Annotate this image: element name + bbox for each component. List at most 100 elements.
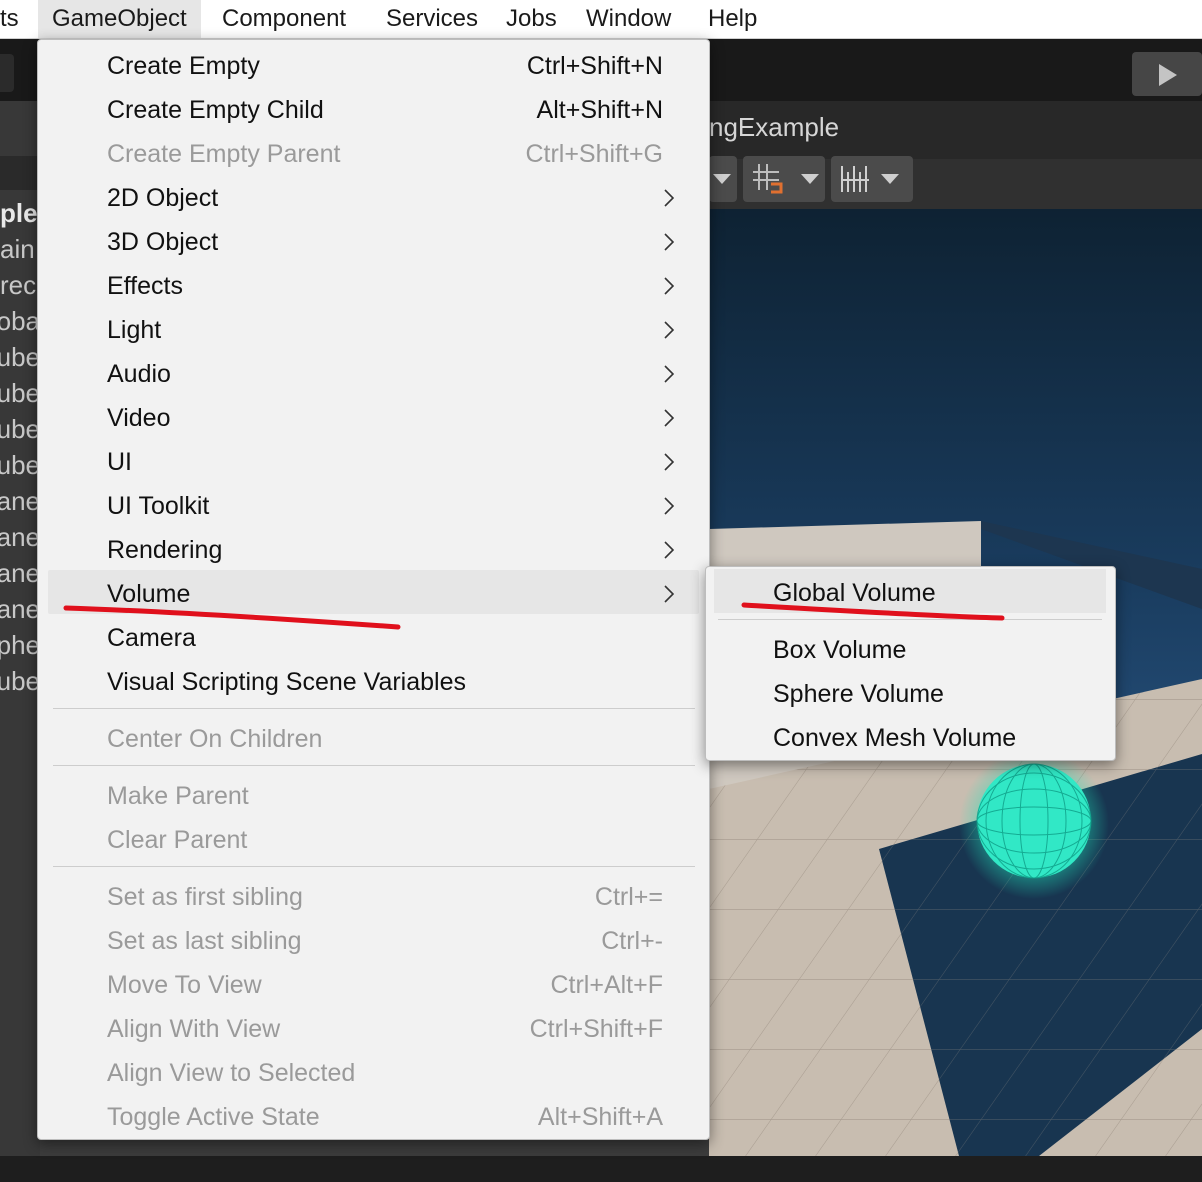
chevron-right-icon	[664, 189, 674, 207]
menu-item-label: Global Volume	[773, 579, 936, 607]
menu-item-make-parent[interactable]: Make Parent	[48, 772, 699, 816]
submenu-item-convex-mesh-volume[interactable]: Convex Mesh Volume	[714, 714, 1106, 758]
menu-item-label: 3D Object	[107, 228, 219, 256]
submenu-item-box-volume[interactable]: Box Volume	[714, 626, 1106, 670]
volume-submenu: Global Volume Box Volume Sphere Volume C…	[705, 566, 1116, 761]
menu-gameobject[interactable]: GameObject	[38, 0, 201, 38]
menu-item-set-as-first-sibling[interactable]: Set as first sibling Ctrl+=	[48, 873, 699, 917]
chevron-right-icon	[664, 321, 674, 339]
menu-item-shortcut: Ctrl+-	[601, 927, 663, 955]
hierarchy-scene-root[interactable]: ple	[0, 198, 40, 229]
hierarchy-item[interactable]: ane	[0, 486, 40, 517]
menu-services[interactable]: Services	[386, 0, 478, 38]
menu-item-2d-object[interactable]: 2D Object	[48, 174, 699, 218]
chevron-down-icon	[881, 174, 899, 184]
menu-item-shortcut: Alt+Shift+A	[537, 1103, 663, 1131]
menu-item-camera[interactable]: Camera	[48, 614, 699, 658]
shading-dropdown[interactable]	[709, 156, 737, 202]
menu-item-label: Create Empty	[107, 52, 260, 80]
menu-item-align-with-view[interactable]: Align With View Ctrl+Shift+F	[48, 1005, 699, 1049]
toolbar-button[interactable]	[0, 54, 14, 92]
menu-item-label: Align View to Selected	[107, 1059, 356, 1087]
chevron-right-icon	[664, 277, 674, 295]
menu-item-label: Visual Scripting Scene Variables	[107, 668, 466, 696]
menu-item-center-on-children[interactable]: Center On Children	[48, 715, 699, 759]
hierarchy-item[interactable]: phe	[0, 630, 40, 661]
menu-item-set-as-last-sibling[interactable]: Set as last sibling Ctrl+-	[48, 917, 699, 961]
ruler-icon	[841, 166, 869, 192]
menu-item-label: Audio	[107, 360, 171, 388]
menu-item-clear-parent[interactable]: Clear Parent	[48, 816, 699, 860]
menu-item-create-empty[interactable]: Create Empty Ctrl+Shift+N	[48, 42, 699, 86]
menu-item-label: Align With View	[107, 1015, 281, 1043]
chevron-right-icon	[664, 409, 674, 427]
chevron-right-icon	[664, 585, 674, 603]
menu-item-create-empty-parent[interactable]: Create Empty Parent Ctrl+Shift+G	[48, 130, 699, 174]
hierarchy-item[interactable]: oba	[0, 306, 40, 337]
chevron-down-icon	[801, 174, 819, 184]
menu-bar: ts GameObject Component Services Jobs Wi…	[0, 0, 1202, 39]
menu-item-toggle-active-state[interactable]: Toggle Active State Alt+Shift+A	[48, 1093, 699, 1137]
menu-item-visual-scripting-scene-variables[interactable]: Visual Scripting Scene Variables	[48, 658, 699, 702]
menu-item-label: Rendering	[107, 536, 223, 564]
menu-item-align-view-to-selected[interactable]: Align View to Selected	[48, 1049, 699, 1093]
menu-item-label: Center On Children	[107, 725, 323, 753]
hierarchy-item[interactable]: ane	[0, 522, 40, 553]
snap-grid-button[interactable]	[743, 156, 825, 202]
menu-assets[interactable]: ts	[0, 0, 19, 38]
chevron-right-icon	[664, 497, 674, 515]
menu-item-shortcut: Ctrl+Shift+G	[525, 140, 663, 168]
menu-item-label: Toggle Active State	[107, 1103, 320, 1131]
menu-component[interactable]: Component	[222, 0, 346, 38]
menu-item-label: Move To View	[107, 971, 262, 999]
scene-tab-title[interactable]: ngExample	[709, 112, 839, 143]
menu-item-label: Clear Parent	[107, 826, 248, 854]
chevron-right-icon	[664, 233, 674, 251]
menu-separator	[718, 619, 1102, 620]
hierarchy-item[interactable]: ube	[0, 342, 40, 373]
menu-item-label: Create Empty Parent	[107, 140, 341, 168]
submenu-item-sphere-volume[interactable]: Sphere Volume	[714, 670, 1106, 714]
menu-item-rendering[interactable]: Rendering	[48, 526, 699, 570]
menu-item-3d-object[interactable]: 3D Object	[48, 218, 699, 262]
menu-item-move-to-view[interactable]: Move To View Ctrl+Alt+F	[48, 961, 699, 1005]
menu-item-volume[interactable]: Volume	[48, 570, 699, 614]
menu-item-create-empty-child[interactable]: Create Empty Child Alt+Shift+N	[48, 86, 699, 130]
play-button[interactable]	[1132, 52, 1202, 96]
hierarchy-item[interactable]: ain	[0, 234, 40, 265]
hierarchy-item[interactable]: ane	[0, 594, 40, 625]
menu-item-ui-toolkit[interactable]: UI Toolkit	[48, 482, 699, 526]
menu-item-label: UI	[107, 448, 132, 476]
menu-window[interactable]: Window	[586, 0, 671, 38]
hierarchy-header	[0, 156, 40, 190]
menu-item-label: Video	[107, 404, 171, 432]
menu-separator	[53, 866, 695, 867]
hierarchy-item[interactable]: ube	[0, 666, 40, 697]
increment-snap-button[interactable]	[831, 156, 913, 202]
menu-item-video[interactable]: Video	[48, 394, 699, 438]
hierarchy-item[interactable]: ube	[0, 450, 40, 481]
menu-item-label: Box Volume	[773, 636, 907, 664]
grid-snap-icon	[753, 164, 783, 194]
submenu-item-global-volume[interactable]: Global Volume	[714, 569, 1106, 613]
chevron-down-icon	[713, 174, 731, 184]
hierarchy-item[interactable]: rec	[0, 270, 40, 301]
menu-item-label: Light	[107, 316, 162, 344]
menu-jobs[interactable]: Jobs	[506, 0, 557, 38]
menu-item-audio[interactable]: Audio	[48, 350, 699, 394]
menu-help[interactable]: Help	[708, 0, 757, 38]
menu-item-label: Set as first sibling	[107, 883, 303, 911]
chevron-right-icon	[664, 453, 674, 471]
menu-item-shortcut: Ctrl+Alt+F	[550, 971, 663, 999]
hierarchy-item[interactable]: ube	[0, 378, 40, 409]
menu-item-label: Effects	[107, 272, 183, 300]
menu-item-label: UI Toolkit	[107, 492, 210, 520]
menu-item-effects[interactable]: Effects	[48, 262, 699, 306]
hierarchy-item[interactable]: ane	[0, 558, 40, 589]
chevron-right-icon	[664, 365, 674, 383]
menu-item-shortcut: Ctrl+Shift+F	[529, 1015, 663, 1043]
menu-item-shortcut: Ctrl+=	[594, 883, 663, 911]
hierarchy-item[interactable]: ube	[0, 414, 40, 445]
menu-item-light[interactable]: Light	[48, 306, 699, 350]
menu-item-ui[interactable]: UI	[48, 438, 699, 482]
